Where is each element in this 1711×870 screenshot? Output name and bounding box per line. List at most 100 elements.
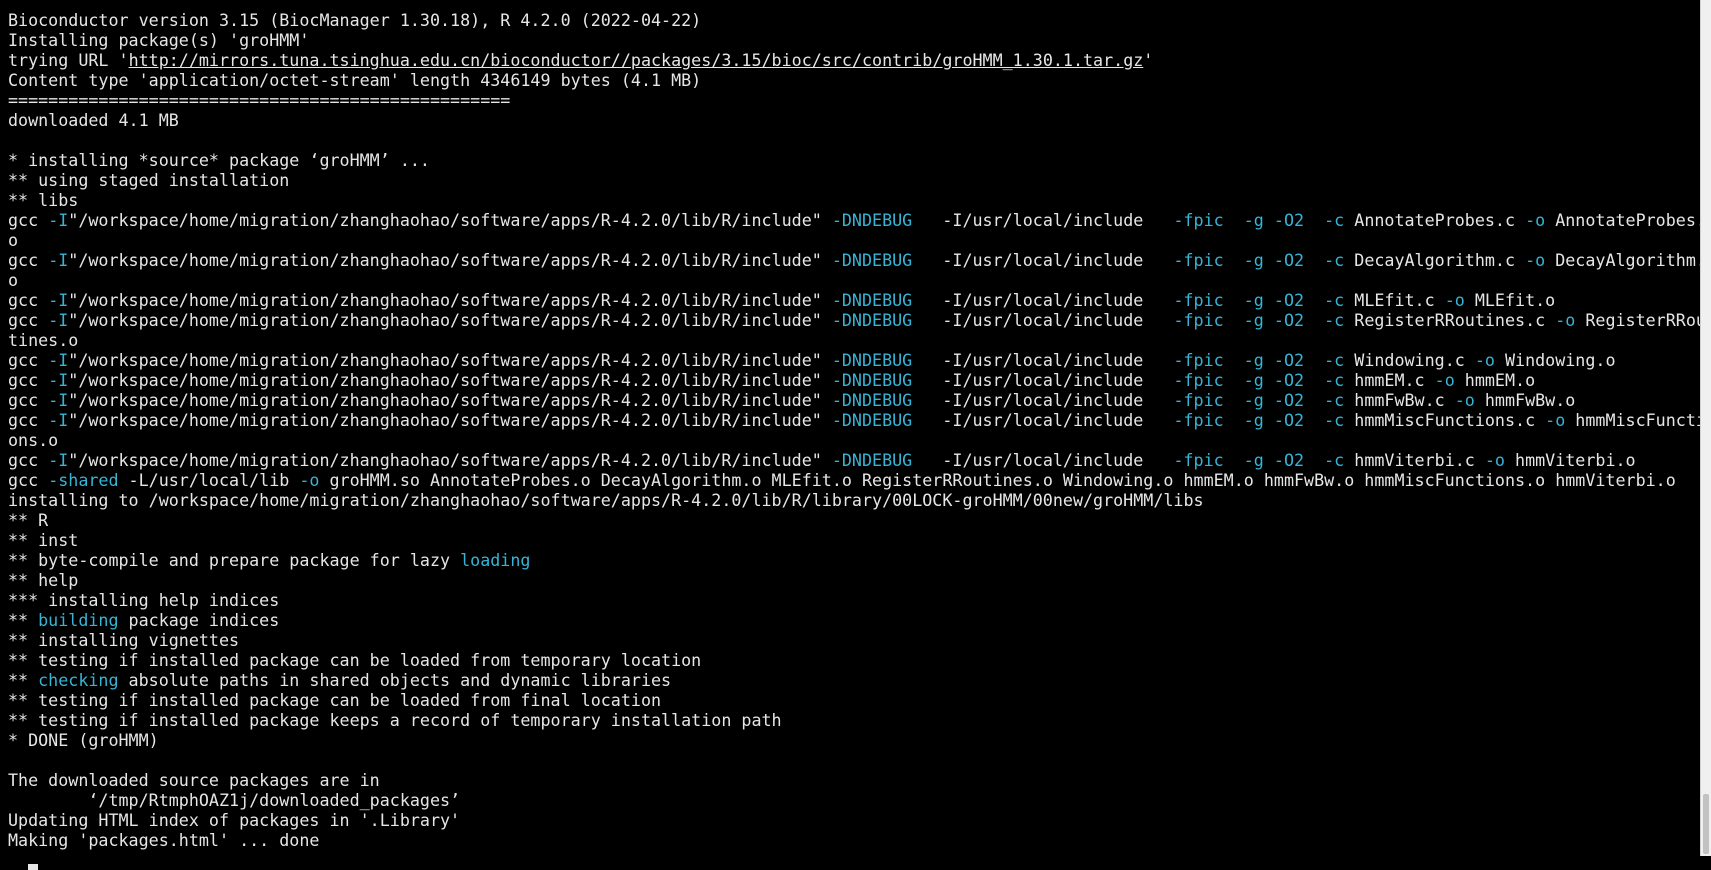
highlighted-token: -o: [1525, 250, 1546, 270]
terminal-text: **: [8, 610, 39, 630]
terminal-line: gcc -shared -L/usr/local/lib -o groHMM.s…: [8, 470, 1700, 490]
terminal-line: gcc -I"/workspace/home/migration/zhangha…: [8, 410, 1706, 430]
highlighted-token: -O2: [1273, 290, 1305, 310]
highlighted-token: -c: [1324, 350, 1345, 370]
terminal-line: ons.o: [8, 430, 1700, 450]
prompt-line: [8, 850, 1700, 870]
url-link[interactable]: http://mirrors.tuna.tsinghua.edu.cn/bioc…: [129, 50, 1144, 70]
terminal-line: ** byte-compile and prepare package for …: [8, 550, 1700, 570]
terminal-line: Bioconductor version 3.15 (BiocManager 1…: [8, 10, 1700, 30]
terminal-text: ** byte-compile and prepare package for …: [8, 550, 461, 570]
highlighted-token: -c: [1324, 370, 1345, 390]
terminal-text: AnnotateProbes.: [1545, 210, 1706, 230]
terminal-line: installing to /workspace/home/migration/…: [8, 490, 1700, 510]
terminal-text: -I/usr/local/include: [912, 390, 1174, 410]
highlighted-token: checking: [38, 670, 119, 690]
terminal-text: gcc: [8, 470, 49, 490]
terminal-text: DecayAlgorithm.: [1545, 250, 1706, 270]
terminal-text: gcc: [8, 370, 49, 390]
highlighted-token: -fpic: [1173, 210, 1224, 230]
highlighted-token: -fpic: [1173, 450, 1224, 470]
terminal-text: Bioconductor version 3.15 (BiocManager 1…: [8, 10, 702, 30]
terminal-text: ** libs: [8, 190, 79, 210]
highlighted-token: -I: [48, 450, 69, 470]
terminal-line: ** inst: [8, 530, 1700, 550]
terminal-text: -I/usr/local/include: [912, 350, 1174, 370]
highlighted-token: -o: [1555, 310, 1576, 330]
terminal-line: ** R: [8, 510, 1700, 530]
highlighted-token: -g: [1243, 370, 1264, 390]
terminal-text: gcc: [8, 390, 49, 410]
terminal-text: Updating HTML index of packages in '.Lib…: [8, 810, 461, 830]
terminal-text: "/workspace/home/migration/zhanghaohao/s…: [68, 410, 832, 430]
terminal-text: "/workspace/home/migration/zhanghaohao/s…: [68, 350, 832, 370]
scrollbar-thumb[interactable]: [1703, 794, 1709, 854]
terminal-text: ** using staged installation: [8, 170, 290, 190]
vertical-scrollbar[interactable]: [1700, 0, 1711, 856]
terminal-line: ** help: [8, 570, 1700, 590]
highlighted-token: -c: [1324, 290, 1345, 310]
highlighted-token: -o: [1545, 410, 1566, 430]
highlighted-token: -g: [1243, 250, 1264, 270]
terminal-text: -L/usr/local/lib: [118, 470, 300, 490]
highlighted-token: -DNDEBUG: [831, 450, 913, 470]
terminal-text: package indices: [118, 610, 280, 630]
highlighted-token: -I: [48, 410, 69, 430]
terminal-line: * DONE (groHMM): [8, 730, 1700, 750]
terminal-line: *** installing help indices: [8, 590, 1700, 610]
terminal-text: groHMM.so AnnotateProbes.o DecayAlgorith…: [319, 470, 1676, 490]
terminal-text: -I/usr/local/include: [912, 370, 1174, 390]
terminal-text: ** R: [8, 510, 49, 530]
terminal-text: ** testing if installed package can be l…: [8, 650, 702, 670]
terminal-text: trying URL ': [8, 50, 129, 70]
terminal-text: MLEfit.c: [1344, 290, 1445, 310]
terminal-line: The downloaded source packages are in: [8, 770, 1700, 790]
highlighted-token: -I: [48, 250, 69, 270]
terminal-output[interactable]: Bioconductor version 3.15 (BiocManager 1…: [0, 0, 1706, 870]
terminal-line: ** using staged installation: [8, 170, 1700, 190]
highlighted-token: -g: [1243, 350, 1264, 370]
terminal-text: -I/usr/local/include: [912, 210, 1174, 230]
terminal-text: hmmMiscFunctions.c: [1344, 410, 1546, 430]
terminal-text: ** testing if installed package can be l…: [8, 690, 662, 710]
terminal-text: Installing package(s) 'groHMM': [8, 30, 310, 50]
highlighted-token: -O2: [1273, 370, 1305, 390]
highlighted-token: -o: [1434, 370, 1455, 390]
terminal-text: gcc: [8, 450, 49, 470]
terminal-line: gcc -I"/workspace/home/migration/zhangha…: [8, 290, 1700, 310]
highlighted-token: -c: [1324, 310, 1345, 330]
highlighted-token: -DNDEBUG: [831, 410, 913, 430]
terminal-text: -I/usr/local/include: [912, 250, 1174, 270]
terminal-text: "/workspace/home/migration/zhanghaohao/s…: [68, 370, 832, 390]
terminal-line: gcc -I"/workspace/home/migration/zhangha…: [8, 350, 1700, 370]
terminal-text: -I/usr/local/include: [912, 310, 1174, 330]
highlighted-token: -fpic: [1173, 290, 1224, 310]
terminal-text: installing to /workspace/home/migration/…: [8, 490, 1204, 510]
terminal-text: **: [8, 670, 39, 690]
highlighted-token: -g: [1243, 310, 1264, 330]
terminal-text: Making 'packages.html' ... done: [8, 830, 320, 850]
terminal-line: gcc -I"/workspace/home/migration/zhangha…: [8, 210, 1706, 230]
highlighted-token: loading: [460, 550, 531, 570]
terminal-text: tines.o: [8, 330, 79, 350]
terminal-line: Updating HTML index of packages in '.Lib…: [8, 810, 1700, 830]
terminal-line: Content type 'application/octet-stream' …: [8, 70, 1700, 90]
terminal-text: hmmEM.o: [1454, 370, 1536, 390]
